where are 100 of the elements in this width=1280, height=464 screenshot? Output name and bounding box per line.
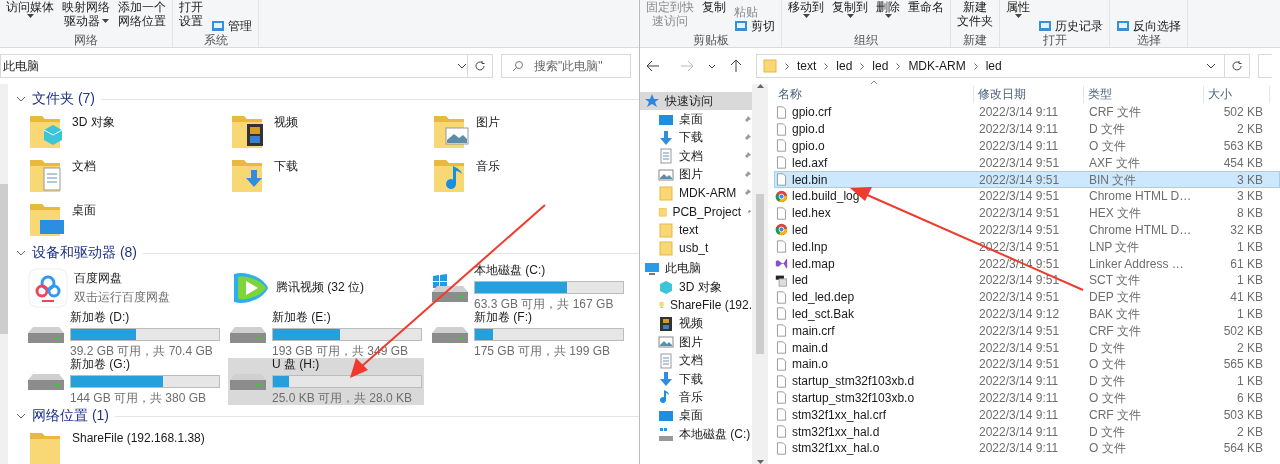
chevron-down-icon[interactable]: [16, 413, 26, 419]
file-row[interactable]: gpio.crf 2022/3/14 9:11 CRF 文件 502 KB: [774, 104, 1280, 121]
caret-icon: [884, 14, 892, 18]
nav-item[interactable]: text: [640, 220, 752, 240]
file-row[interactable]: led.build_log 2022/3/14 9:51 Chrome HTML D… 3 KB: [774, 188, 1280, 205]
dropdown-button[interactable]: 复制到: [832, 0, 868, 18]
breadcrumb[interactable]: led: [836, 59, 853, 73]
nav-item[interactable]: PCB_Project: [640, 202, 752, 221]
nav-item[interactable]: MDK-ARM: [640, 183, 752, 203]
file-row[interactable]: led.hex 2022/3/14 9:51 HEX 文件 8 KB: [774, 204, 1280, 222]
address-field[interactable]: 此电脑: [0, 54, 493, 78]
file-row[interactable]: stm32f1xx_hal.o 2022/3/14 9:11 O 文件 564 KB: [774, 439, 1280, 457]
file-row[interactable]: led.bin 2022/3/14 9:51 BIN 文件 3 KB: [774, 171, 1280, 188]
drive-item[interactable]: U 盘 (H:) 25.0 KB 可用，共 28.0 KB: [228, 358, 424, 405]
nav-item[interactable]: 本地磁盘 (C:): [640, 425, 752, 444]
file-row[interactable]: led 2022/3/14 9:51 SCT 文件 1 KB: [774, 271, 1280, 289]
column-header[interactable]: 大小: [1204, 85, 1270, 103]
file-row[interactable]: led.axf 2022/3/14 9:51 AXF 文件 454 KB: [774, 154, 1280, 172]
drive-detail: 144 GB 可用，共 380 GB: [70, 390, 208, 407]
nav-item[interactable]: 图片: [640, 333, 752, 352]
nav-item[interactable]: 视频: [640, 314, 752, 334]
file-row[interactable]: stm32f1xx_hal.d 2022/3/14 9:11 D 文件 2 KB: [774, 423, 1280, 440]
file-icon: [775, 105, 788, 119]
dropdown-button[interactable]: 删除: [876, 0, 900, 18]
column-header[interactable]: 修改日期: [974, 85, 1084, 103]
breadcrumb[interactable]: led: [985, 59, 1002, 73]
chevron-down-icon[interactable]: [708, 63, 716, 69]
folder-item[interactable]: ShareFile (192.168.1.38): [26, 427, 228, 464]
address-field[interactable]: text led led MDK-ARM led: [756, 54, 1250, 78]
chevron-down-icon[interactable]: [16, 96, 26, 102]
drive-item[interactable]: 本地磁盘 (C:) 63.3 GB 可用，共 167 GB: [430, 264, 626, 311]
hard-drive-icon: [230, 373, 266, 390]
drive-name: 新加卷 (F:): [474, 310, 533, 326]
file-row[interactable]: gpio.d 2022/3/14 9:11 D 文件 2 KB: [774, 120, 1280, 138]
dropdown-button[interactable]: 移动到: [788, 0, 824, 18]
nav-item[interactable]: 3D 对象: [640, 277, 752, 297]
scrollbar[interactable]: [752, 84, 768, 464]
group-label: 系统: [202, 33, 229, 47]
chevron-down-icon[interactable]: [16, 250, 26, 256]
section-title: 网络位置 (1): [32, 407, 109, 425]
scrollbar[interactable]: [0, 84, 8, 464]
file-row[interactable]: main.d 2022/3/14 9:51 D 文件 2 KB: [774, 339, 1280, 356]
file-row[interactable]: led 2022/3/14 9:51 Chrome HTML D… 32 KB: [774, 221, 1280, 239]
search-field[interactable]: 搜索"此电脑": [501, 54, 631, 78]
search-field[interactable]: [1258, 54, 1272, 78]
toolbar-button[interactable]: 历史记录: [1038, 19, 1103, 33]
drive-item[interactable]: 新加卷 (D:) 39.2 GB 可用，共 70.4 GB: [26, 311, 222, 358]
toolbar-button[interactable]: 打开 设置: [179, 0, 203, 28]
toolbar-button[interactable]: 剪切: [734, 19, 775, 33]
toolbar-button[interactable]: 新建 文件夹: [957, 0, 993, 28]
nav-item[interactable]: 音乐: [640, 388, 752, 407]
folder-item[interactable]: 图片: [430, 110, 632, 154]
tool-icon: [211, 19, 225, 33]
nav-item[interactable]: 桌面: [640, 110, 752, 129]
dropdown-button[interactable]: 属性: [1006, 0, 1030, 18]
column-header[interactable]: 类型: [1084, 85, 1204, 103]
file-row[interactable]: main.o 2022/3/14 9:51 O 文件 565 KB: [774, 355, 1280, 373]
scrollbar-thumb[interactable]: [756, 194, 764, 354]
column-header[interactable]: 名称: [774, 85, 974, 103]
file-row[interactable]: led_sct.Bak 2022/3/14 9:12 BAK 文件 1 KB: [774, 305, 1280, 323]
nav-item[interactable]: 下载: [640, 128, 752, 148]
nav-item[interactable]: ShareFile (192.: [640, 296, 752, 315]
dropdown-button[interactable]: 访问媒体: [6, 0, 54, 18]
nav-item[interactable]: 图片: [640, 165, 752, 184]
breadcrumb[interactable]: text: [797, 59, 817, 73]
folder-item[interactable]: 下载: [228, 154, 430, 198]
folder-item[interactable]: 视频: [228, 110, 430, 154]
file-row[interactable]: led_led.dep 2022/3/14 9:51 DEP 文件 41 KB: [774, 288, 1280, 306]
folder-item[interactable]: 桌面: [26, 198, 228, 242]
chevron-right-icon: [785, 62, 789, 70]
dropdown-button[interactable]: 映射网络 驱动器: [62, 0, 110, 28]
toolbar-button[interactable]: 管理: [211, 19, 252, 33]
chevron-right-icon: [860, 62, 865, 70]
nav-item[interactable]: 桌面: [640, 406, 752, 426]
drive-detail: 175 GB 可用，共 199 GB: [474, 343, 612, 360]
drive-item[interactable]: 新加卷 (G:) 144 GB 可用，共 380 GB: [26, 358, 222, 405]
toolbar-button[interactable]: 添加一个 网络位置: [118, 0, 166, 28]
nav-item[interactable]: 文档: [640, 351, 752, 370]
toolbar-button[interactable]: 反向选择: [1116, 19, 1181, 33]
file-row[interactable]: startup_stm32f103xb.o 2022/3/14 9:11 O 文件 6 KB: [774, 389, 1280, 407]
breadcrumb[interactable]: led: [872, 59, 889, 73]
toolbar-button[interactable]: 重命名: [908, 0, 944, 14]
down-arrow-icon: [658, 371, 674, 388]
file-row[interactable]: startup_stm32f103xb.d 2022/3/14 9:11 D 文件 1 KB: [774, 372, 1280, 390]
file-row[interactable]: stm32f1xx_hal.crf 2022/3/14 9:11 CRF 文件 503 KB: [774, 406, 1280, 424]
nav-item[interactable]: 下载: [640, 369, 752, 389]
file-row[interactable]: gpio.o 2022/3/14 9:11 O 文件 563 KB: [774, 137, 1280, 155]
folder-item[interactable]: 音乐: [430, 154, 632, 198]
file-row[interactable]: main.crf 2022/3/14 9:51 CRF 文件 502 KB: [774, 322, 1280, 340]
drive-item[interactable]: 新加卷 (F:) 175 GB 可用，共 199 GB: [430, 311, 626, 358]
nav-item[interactable]: 快速访问: [640, 92, 752, 111]
drive-item[interactable]: 腾讯视频 (32 位): [228, 264, 424, 311]
breadcrumb[interactable]: MDK-ARM: [908, 59, 966, 73]
nav-item[interactable]: 文档: [640, 147, 752, 166]
folder-item[interactable]: 文档: [26, 154, 228, 198]
toolbar-button[interactable]: 复制: [702, 0, 726, 14]
drive-item[interactable]: 百度网盘 双击运行百度网盘: [26, 264, 222, 311]
nav-item[interactable]: usb_t: [640, 239, 752, 258]
nav-item[interactable]: 此电脑: [640, 259, 752, 278]
folder-item[interactable]: 3D 对象: [26, 110, 228, 154]
